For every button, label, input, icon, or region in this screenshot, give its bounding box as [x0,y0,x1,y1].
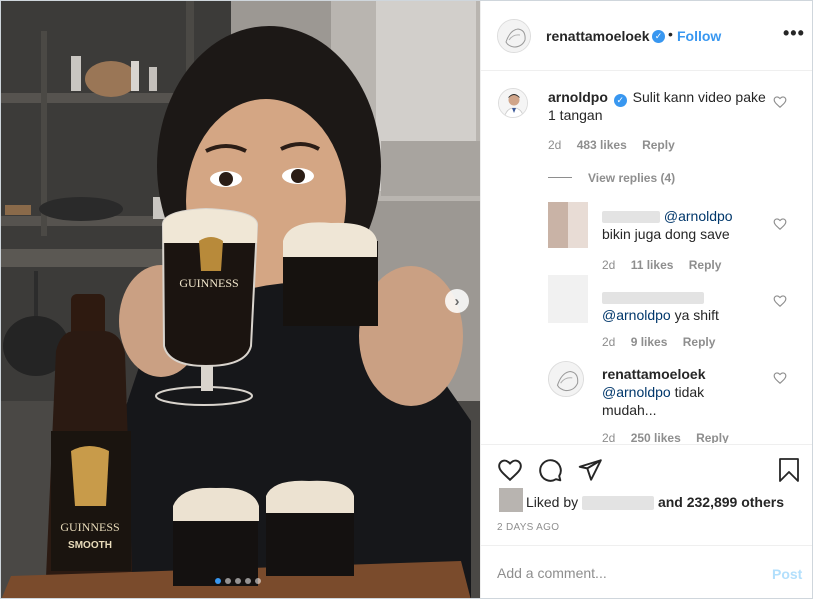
carousel-dot [245,578,251,584]
post-sidebar: renattamoeloek ✓ • Follow ••• arnoldpo ✓… [480,1,812,598]
photo-illustration: GUINNESS GUINNESS SMOOTH [1,1,480,598]
sketch-avatar-icon [549,362,583,396]
header-separator: • [668,26,673,42]
hidden-username [602,292,704,305]
post-photo[interactable]: GUINNESS GUINNESS SMOOTH › [1,1,480,598]
like-comment-heart-icon[interactable] [773,95,787,109]
view-replies-button[interactable]: View replies (4) [588,171,675,185]
instagram-post-modal: GUINNESS GUINNESS SMOOTH › renattamoeloe… [0,0,813,599]
heart-icon[interactable] [497,457,523,483]
reply-button[interactable]: Reply [696,431,729,443]
comment-icon[interactable] [537,457,563,483]
follow-button[interactable]: Follow [677,28,721,44]
liked-by-suffix[interactable]: and 232,899 others [658,494,784,510]
carousel-dot [225,578,231,584]
mention-link[interactable]: @arnoldpo [602,307,671,323]
more-options-button[interactable]: ••• [783,23,805,44]
like-comment-heart-icon[interactable] [773,294,787,308]
liker-avatar[interactable] [499,488,523,512]
replies-divider [548,177,572,178]
commenter-avatar[interactable] [498,88,528,118]
comments-list[interactable]: arnoldpo ✓ Sulit kann video pake 1 tanga… [481,72,812,443]
post-header: renattamoeloek ✓ • Follow ••• [481,1,812,71]
bottle-variant-text: SMOOTH [68,540,112,551]
person-avatar-icon [499,89,527,117]
author-username[interactable]: renattamoeloek [546,28,649,44]
comment-likes[interactable]: 9 likes [631,335,668,349]
comment-time: 2d [602,431,616,443]
comment-time: 2d [602,258,616,272]
comment-time: 2d [602,335,616,349]
comment-text: ya shift [674,307,719,323]
reply-avatar[interactable] [548,202,588,248]
reply-button[interactable]: Reply [683,335,716,349]
post-comment-button[interactable]: Post [772,566,802,582]
carousel-indicator [215,578,261,584]
next-photo-button[interactable]: › [445,289,469,313]
add-comment-input[interactable] [497,565,737,581]
glass-brand-text: GUINNESS [179,276,238,290]
bottle-brand-text: GUINNESS [60,520,119,534]
carousel-dot [255,578,261,584]
reply-item: @arnoldpo bikin juga dong save 2d 11 lik… [481,199,812,273]
hidden-liker-name [582,496,655,511]
reply-button[interactable]: Reply [689,258,722,272]
comment-time: 2d [548,138,562,152]
liked-by-prefix: Liked by [526,494,579,510]
reply-avatar[interactable] [548,361,584,397]
comment-text: bikin juga dong save [602,226,730,242]
mention-link[interactable]: @arnoldpo [664,208,733,224]
reply-button[interactable]: Reply [642,138,675,152]
chevron-right-icon: › [454,292,460,310]
post-actions: Liked by and 232,899 others 2 DAYS AGO [481,444,812,544]
comment-likes[interactable]: 483 likes [577,138,627,152]
comment-item: arnoldpo ✓ Sulit kann video pake 1 tanga… [481,72,812,167]
author-avatar[interactable] [497,19,531,53]
carousel-dot [235,578,241,584]
sketch-avatar-icon [498,20,530,52]
commenter-username[interactable]: renattamoeloek [602,365,752,383]
comment-likes[interactable]: 250 likes [631,431,681,443]
commenter-username[interactable]: arnoldpo [548,89,608,105]
carousel-dot [215,578,221,584]
liked-by-text[interactable]: Liked by and 232,899 others [526,494,784,511]
post-timestamp[interactable]: 2 DAYS AGO [497,522,559,533]
reply-avatar[interactable] [548,275,588,323]
like-comment-heart-icon[interactable] [773,217,787,231]
add-comment-bar: Post [481,545,812,598]
comment-likes[interactable]: 11 likes [631,258,674,272]
bookmark-icon[interactable] [777,457,801,483]
verified-badge-icon: ✓ [652,30,665,43]
reply-item: renattamoeloek @arnoldpo tidak mudah... … [481,357,812,443]
verified-badge-icon: ✓ [613,94,627,107]
hidden-username [602,211,660,224]
mention-link[interactable]: @arnoldpo [602,384,671,400]
reply-item: @arnoldpo ya shift 2d 9 likes Reply [481,275,812,349]
like-comment-heart-icon[interactable] [773,371,787,385]
share-icon[interactable] [577,457,603,483]
